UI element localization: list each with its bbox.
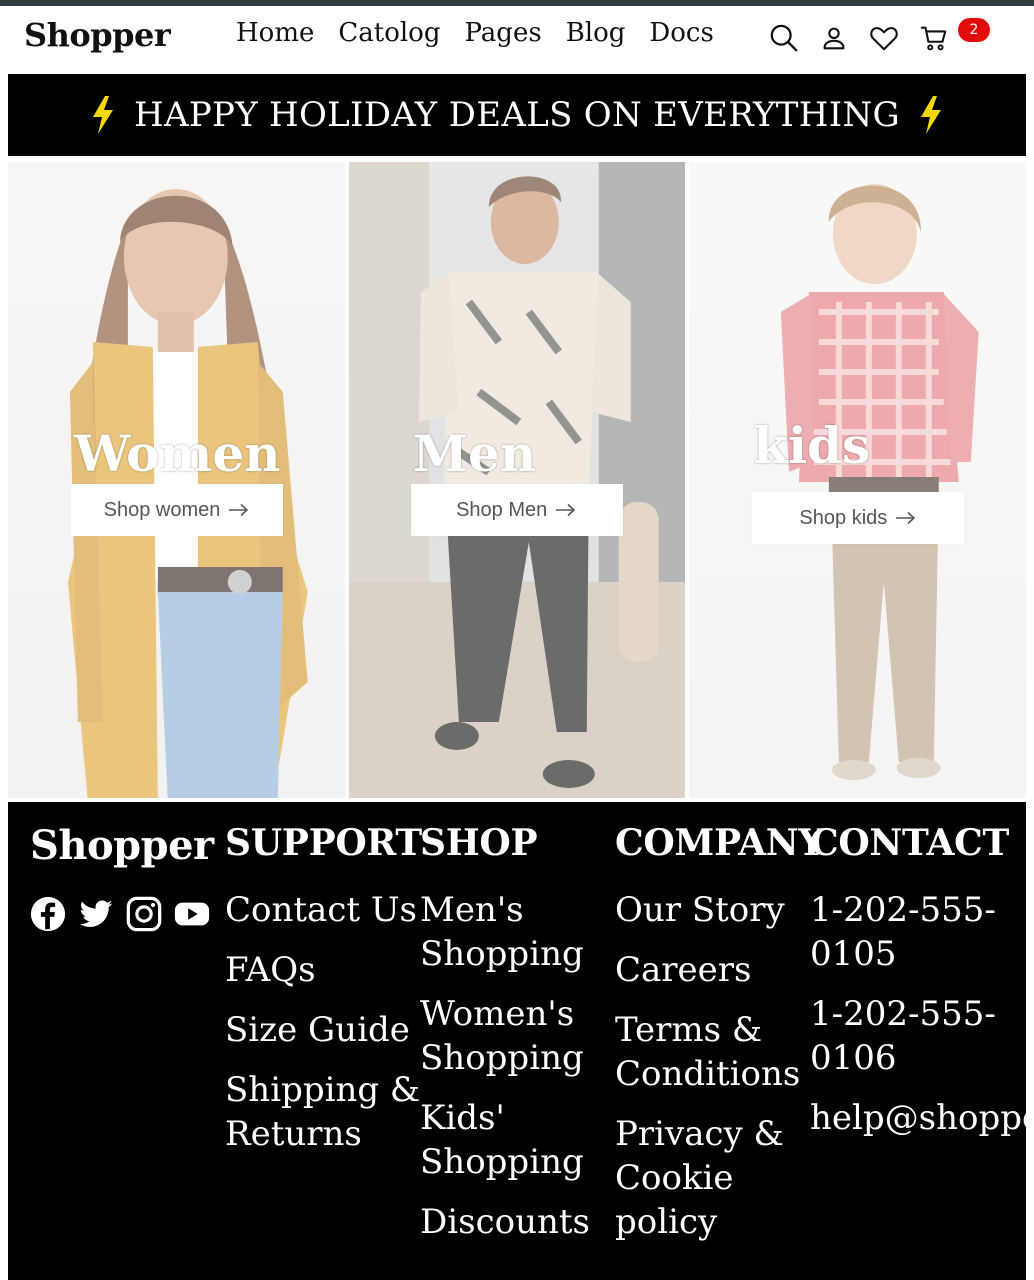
footer-link-mens-shopping[interactable]: Men's Shopping	[420, 888, 610, 976]
footer-brand[interactable]: Shopper	[30, 822, 214, 869]
promo-banner: HAPPY HOLIDAY DEALS ON EVERYTHING	[8, 74, 1026, 156]
nav-link-docs[interactable]: Docs	[649, 18, 713, 48]
navbar: Shopper Home Catolog Pages Blog Docs 2	[0, 6, 1034, 72]
footer-link-terms[interactable]: Terms & Conditions	[615, 1008, 815, 1096]
footer-heading-contact: CONTACT	[810, 822, 1010, 864]
category-kids[interactable]: kids Shop kids	[689, 162, 1027, 798]
footer-col-shop: SHOP Men's Shopping Women's Shopping Kid…	[420, 822, 610, 1260]
promo-text: HAPPY HOLIDAY DEALS ON EVERYTHING	[134, 95, 900, 135]
footer-phone-2[interactable]: 1-202-555-0106	[810, 992, 1000, 1080]
social-links	[28, 894, 212, 934]
footer-link-discounts[interactable]: Discounts	[420, 1200, 610, 1244]
footer-link-privacy[interactable]: Privacy & Cookie policy	[615, 1112, 815, 1244]
nav-link-home[interactable]: Home	[236, 18, 314, 48]
shop-kids-button[interactable]: Shop kids	[752, 492, 965, 544]
heart-icon[interactable]	[868, 22, 900, 54]
footer-col-contact: CONTACT 1-202-555-0105 1-202-555-0106 he…	[810, 822, 1026, 1156]
footer-heading-shop: SHOP	[420, 822, 538, 864]
footer-col-company: COMPANY Our Story Careers Terms & Condit…	[615, 822, 824, 1260]
shop-men-button[interactable]: Shop Men	[410, 484, 623, 536]
footer-link-shipping-returns[interactable]: Shipping & Returns	[225, 1068, 425, 1156]
category-panels: Women Shop women Men Shop Men kids Shop …	[8, 162, 1027, 798]
shop-kids-label: Shop kids	[799, 506, 888, 529]
nav-link-pages[interactable]: Pages	[464, 18, 541, 48]
footer-heading-support: SUPPORT	[225, 822, 422, 864]
footer-phone-1[interactable]: 1-202-555-0105	[810, 888, 1000, 976]
shop-women-label: Shop women	[103, 498, 221, 521]
footer-link-womens-shopping[interactable]: Women's Shopping	[420, 992, 610, 1080]
footer-link-size-guide[interactable]: Size Guide	[225, 1008, 425, 1052]
search-icon[interactable]	[768, 22, 800, 54]
cart-count-badge: 2	[958, 18, 990, 42]
brand-logo[interactable]: Shopper	[24, 16, 171, 54]
cart-icon[interactable]: 2	[918, 18, 990, 54]
twitter-icon[interactable]	[76, 894, 116, 934]
nav-link-blog[interactable]: Blog	[566, 18, 626, 48]
lightning-icon	[918, 95, 944, 135]
category-title-kids: kids	[753, 416, 871, 475]
footer-link-contact-us[interactable]: Contact Us	[225, 888, 425, 932]
category-title-men: Men	[412, 424, 537, 483]
arrow-right-icon	[555, 503, 577, 517]
footer-email[interactable]: help@shopper.com	[810, 1096, 1026, 1140]
category-title-women: Women	[74, 424, 281, 483]
facebook-icon[interactable]	[28, 894, 68, 934]
shop-men-label: Shop Men	[456, 498, 548, 521]
category-men[interactable]: Men Shop Men	[348, 162, 686, 798]
footer-link-faqs[interactable]: FAQs	[225, 948, 425, 992]
nav-links: Home Catolog Pages Blog Docs	[236, 18, 714, 48]
footer-col-support: SUPPORT Contact Us FAQs Size Guide Shipp…	[225, 822, 425, 1172]
footer-link-careers[interactable]: Careers	[615, 948, 815, 992]
arrow-right-icon	[228, 503, 250, 517]
lightning-icon	[90, 95, 116, 135]
footer-link-our-story[interactable]: Our Story	[615, 888, 815, 932]
youtube-icon[interactable]	[172, 894, 212, 934]
shop-women-button[interactable]: Shop women	[71, 484, 283, 536]
footer-heading-company: COMPANY	[615, 822, 824, 864]
footer: Shopper SUPPORT Contact Us FAQs Size Gui…	[8, 802, 1026, 1280]
user-icon[interactable]	[818, 22, 850, 54]
nav-icons: 2	[768, 18, 990, 54]
arrow-right-icon	[895, 511, 917, 525]
nav-link-catolog[interactable]: Catolog	[338, 18, 440, 48]
category-women[interactable]: Women Shop women	[8, 162, 345, 798]
footer-link-kids-shopping[interactable]: Kids' Shopping	[420, 1096, 610, 1184]
instagram-icon[interactable]	[124, 894, 164, 934]
